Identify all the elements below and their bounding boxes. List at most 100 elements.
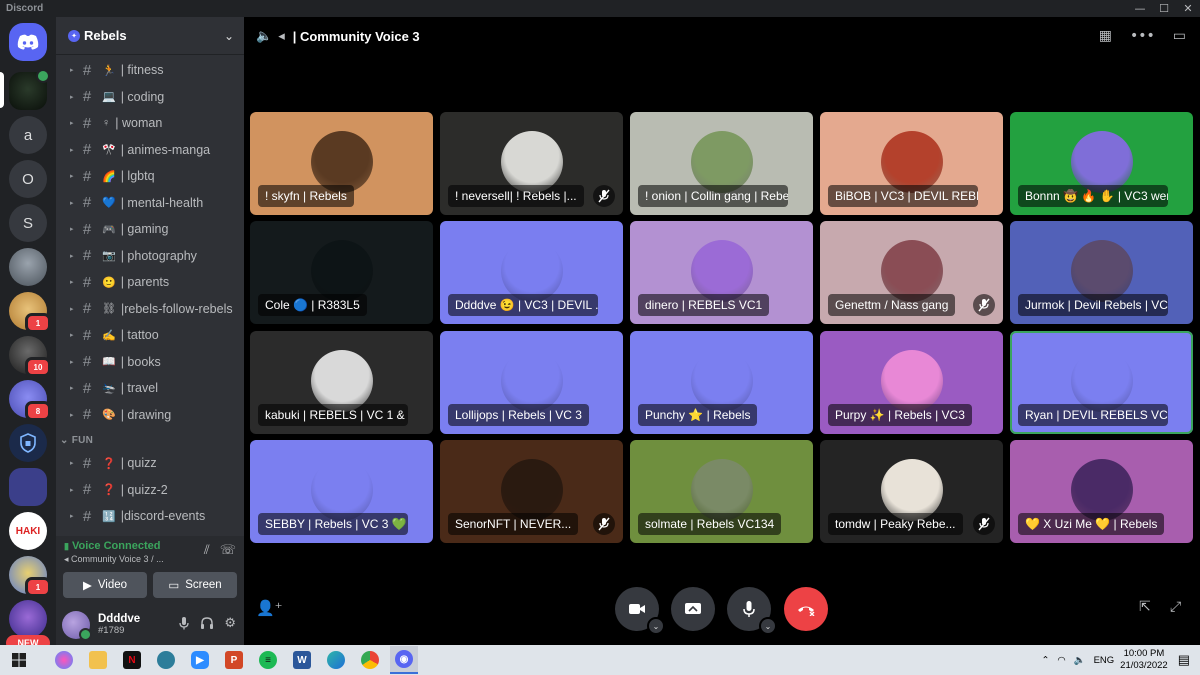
file-explorer-icon[interactable]: [84, 646, 112, 674]
participant-tile[interactable]: Ddddve 😉 | VC3 | DEVIL ...: [440, 221, 623, 324]
channel-parents[interactable]: ▸ # 🙂 | parents: [56, 269, 244, 296]
participant-tile[interactable]: Cole 🔵 | R383L5: [250, 221, 433, 324]
channel-animes-manga[interactable]: ▸ # 🎌 | animes-manga: [56, 137, 244, 164]
server-anime[interactable]: 1: [9, 556, 51, 597]
channel-fitness[interactable]: ▸ # 🏃 | fitness: [56, 57, 244, 84]
participant-tile[interactable]: Genettm / Nass gang: [820, 221, 1003, 324]
wifi-icon[interactable]: ◠: [1057, 655, 1065, 666]
popout-icon[interactable]: ⇱: [1139, 599, 1151, 615]
powerpoint-icon[interactable]: P: [220, 646, 248, 674]
participant-tile[interactable]: ! onion | Collin gang | Rebels: [630, 112, 813, 215]
discord-icon[interactable]: ◉: [390, 646, 418, 674]
server-shield[interactable]: [9, 424, 47, 462]
notifications-icon[interactable]: ▤: [1178, 652, 1190, 668]
voice-status[interactable]: ▮ Voice Connected: [64, 540, 160, 552]
channel-travel[interactable]: ▸ # 🛬 | travel: [56, 375, 244, 402]
user-info[interactable]: Ddddve #1789: [98, 613, 178, 636]
participant-tile[interactable]: BiBOB | VC3 | DEVIL REBE...: [820, 112, 1003, 215]
participant-tile[interactable]: SenorNFT | NEVER...: [440, 440, 623, 543]
headphones-icon[interactable]: [200, 616, 214, 634]
server-purple[interactable]: 8: [9, 380, 51, 421]
close-window-button[interactable]: ✕: [1176, 0, 1200, 17]
server-haki[interactable]: HAKI: [9, 512, 47, 550]
channel-woman[interactable]: ▸ # ♀ | woman: [56, 110, 244, 137]
channel-drawing[interactable]: ▸ # 🎨 | drawing: [56, 402, 244, 429]
server-s[interactable]: S: [9, 204, 47, 242]
channel-lgbtq[interactable]: ▸ # 🌈 | lgbtq: [56, 163, 244, 190]
maximize-button[interactable]: ☐: [1152, 0, 1176, 17]
mute-button[interactable]: ⌄: [727, 587, 777, 635]
camera-button[interactable]: ⌄: [615, 587, 665, 635]
disconnect-icon[interactable]: ☏: [220, 543, 236, 558]
chevron-down-icon[interactable]: ⌄: [759, 617, 777, 635]
video-button[interactable]: ▶ Video: [63, 572, 147, 598]
server-brain[interactable]: [9, 600, 47, 638]
more-options-icon[interactable]: •••: [1130, 28, 1155, 44]
guild-header[interactable]: ✦ Rebels ⌄: [56, 17, 244, 55]
screen-button[interactable]: ▭ Screen: [153, 572, 237, 598]
category-fun[interactable]: ⌄ FUN: [56, 428, 244, 450]
spotify-icon[interactable]: ≡: [254, 646, 282, 674]
netflix-icon[interactable]: N: [118, 646, 146, 674]
volume-icon[interactable]: 🔈: [1074, 655, 1086, 666]
avatar[interactable]: [62, 610, 92, 641]
chevron-up-icon[interactable]: ⌃: [1041, 655, 1049, 666]
home-button[interactable]: [9, 23, 47, 61]
server-rebels[interactable]: [9, 69, 50, 110]
channel-tattoo[interactable]: ▸ # ✍ | tattoo: [56, 322, 244, 349]
screen-share-button[interactable]: [671, 587, 715, 631]
microphone-icon[interactable]: [178, 616, 190, 634]
edge-icon[interactable]: [322, 646, 350, 674]
paint-icon[interactable]: [50, 646, 78, 674]
participant-tile[interactable]: SEBBY | Rebels | VC 3 💚: [250, 440, 433, 543]
channel-quizz-2[interactable]: ▸ # ❓ | quizz-2: [56, 477, 244, 504]
participant-tile[interactable]: Bonnn 🤠 🔥 ✋ | VC3 wer...: [1010, 112, 1193, 215]
server-doge[interactable]: 1: [9, 292, 51, 333]
participant-tile[interactable]: tomdw | Peaky Rebe...: [820, 440, 1003, 543]
server-among[interactable]: [9, 468, 47, 506]
channel-gaming[interactable]: ▸ # 🎮 | gaming: [56, 216, 244, 243]
channel-books[interactable]: ▸ # 📖 | books: [56, 349, 244, 376]
channel-photography[interactable]: ▸ # 📷 | photography: [56, 243, 244, 270]
caret-icon: ▸: [70, 358, 74, 366]
voice-channel-link[interactable]: ◂ Community Voice 3 / ...: [64, 554, 194, 565]
language-indicator[interactable]: ENG: [1094, 655, 1115, 666]
participant-tile[interactable]: kabuki | REBELS | VC 1 & 3: [250, 331, 433, 434]
gear-icon[interactable]: ⚙: [224, 616, 236, 634]
clock[interactable]: 10:00 PM 21/03/2022: [1120, 648, 1168, 672]
windows-icon[interactable]: [5, 646, 33, 674]
participant-tile[interactable]: Purpy ✨ | Rebels | VC3: [820, 331, 1003, 434]
channel-emoji: 🙂: [102, 276, 116, 289]
participant-tile[interactable]: Lollijops | Rebels | VC 3: [440, 331, 623, 434]
participant-tile[interactable]: solmate | Rebels VC134: [630, 440, 813, 543]
server-a[interactable]: a: [9, 116, 47, 154]
participant-tile[interactable]: ! neversell| ! Rebels |...: [440, 112, 623, 215]
participant-tile[interactable]: dinero | REBELS VC1: [630, 221, 813, 324]
word-icon[interactable]: W: [288, 646, 316, 674]
channel-quizz[interactable]: ▸ # ❓ | quizz: [56, 450, 244, 477]
participant-tile[interactable]: Jurmok | Devil Rebels | VC 3: [1010, 221, 1193, 324]
server-photo[interactable]: [9, 248, 47, 286]
minimize-button[interactable]: —: [1128, 0, 1152, 17]
channel-rebels-follow-rebels[interactable]: ▸ # ⛓ |rebels-follow-rebels: [56, 296, 244, 323]
hash-icon: #: [82, 379, 92, 397]
zoom-icon[interactable]: ▶: [186, 646, 214, 674]
chevron-down-icon[interactable]: ⌄: [647, 617, 665, 635]
page-title: | Community Voice 3: [292, 28, 420, 44]
participant-tile[interactable]: ! skyfn | Rebels: [250, 112, 433, 215]
disconnect-button[interactable]: [784, 587, 828, 631]
participant-tile[interactable]: 💛 X Uzi Me 💛 | Rebels: [1010, 440, 1193, 543]
server-o[interactable]: O: [9, 160, 47, 198]
participant-tile[interactable]: Ryan | DEVIL REBELS VC 3: [1010, 331, 1193, 434]
server-dark[interactable]: 10: [9, 336, 51, 377]
noise-suppression-icon[interactable]: ⫽: [204, 543, 210, 558]
fullscreen-icon[interactable]: ⤢: [1170, 599, 1181, 615]
layout-grid-icon[interactable]: ▦: [1099, 28, 1112, 44]
channel-mental-health[interactable]: ▸ # 💙 | mental-health: [56, 190, 244, 217]
magnifier-icon[interactable]: [152, 646, 180, 674]
popout-icon[interactable]: ▭: [1173, 28, 1186, 44]
channel-coding[interactable]: ▸ # 💻 | coding: [56, 84, 244, 111]
participant-tile[interactable]: Punchy ⭐ | Rebels: [630, 331, 813, 434]
channel-discord-events[interactable]: ▸ # 🔢 |discord-events: [56, 503, 244, 530]
chrome-icon[interactable]: [356, 646, 384, 674]
